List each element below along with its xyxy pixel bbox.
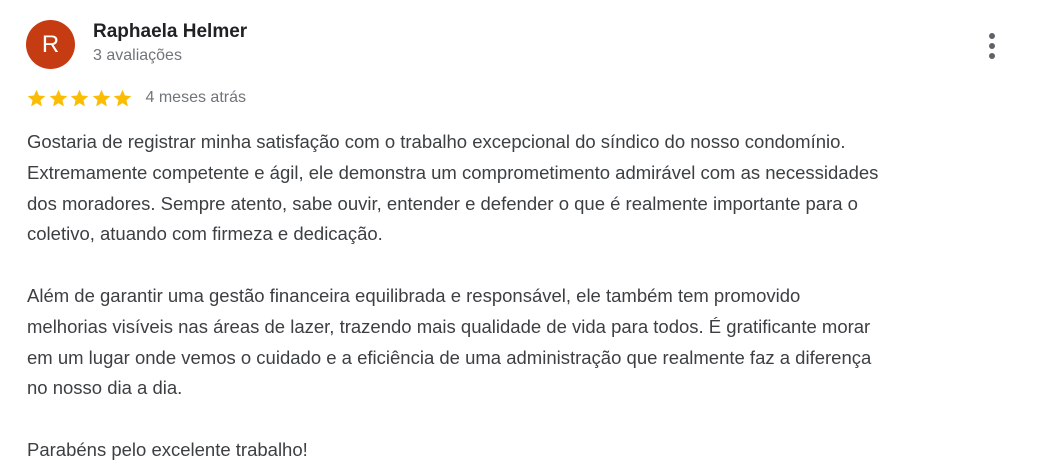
review-date: 4 meses atrás <box>145 89 246 106</box>
star-icon <box>26 88 47 109</box>
review-paragraph: Gostaria de registrar minha satisfação c… <box>27 131 879 245</box>
star-icon <box>48 88 69 109</box>
avatar-letter: R <box>41 31 60 58</box>
author-name[interactable]: Raphaela Helmer <box>93 21 247 43</box>
star-rating <box>26 88 134 109</box>
avatar[interactable]: R <box>26 20 75 69</box>
review-paragraph: Parabéns pelo excelente trabalho! <box>27 438 308 460</box>
star-icon <box>91 88 112 109</box>
star-icon <box>69 88 90 109</box>
review-text: Gostaria de registrar minha satisfação c… <box>27 127 1027 466</box>
star-icon <box>112 88 133 109</box>
review-card: R Raphaela Helmer 3 avaliações 4 meses a… <box>0 0 1063 466</box>
more-options-button[interactable] <box>974 26 1010 66</box>
review-paragraph: Além de garantir uma gestão financeira e… <box>27 284 872 399</box>
review-count[interactable]: 3 avaliações <box>93 47 182 65</box>
rating-row: 4 meses atrás <box>26 86 246 110</box>
